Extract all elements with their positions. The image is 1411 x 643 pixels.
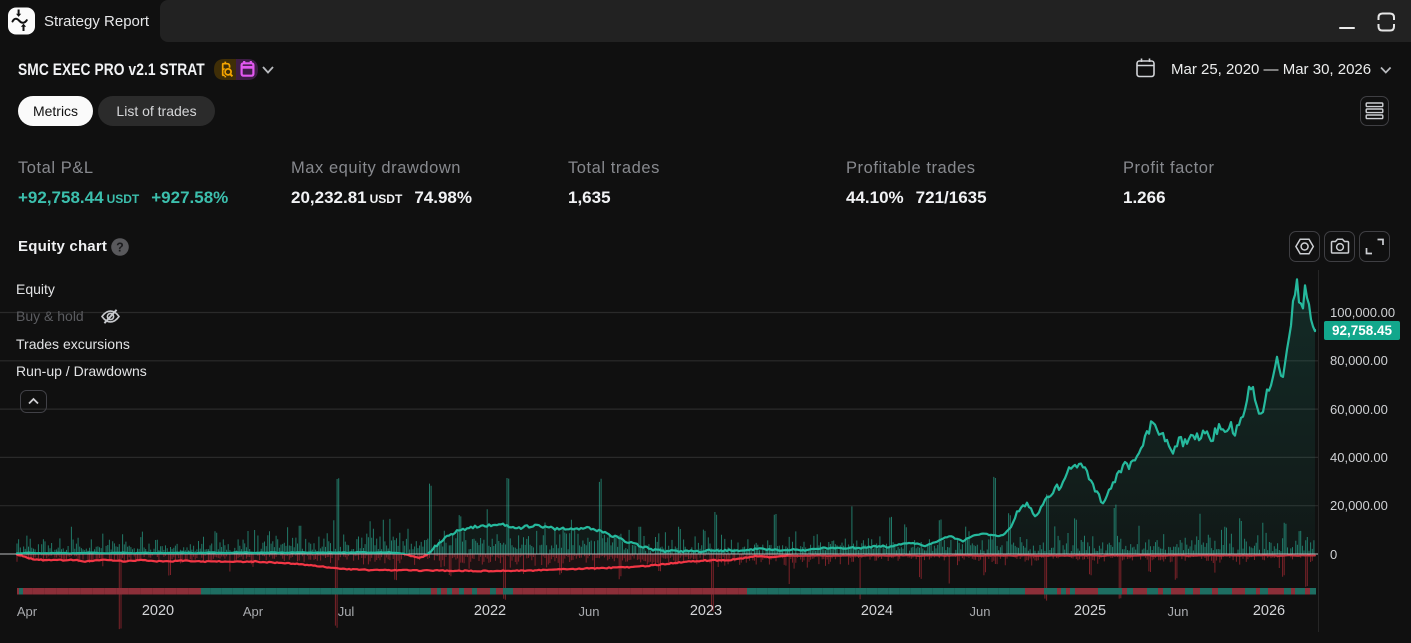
svg-text:?: ? — [116, 240, 124, 254]
